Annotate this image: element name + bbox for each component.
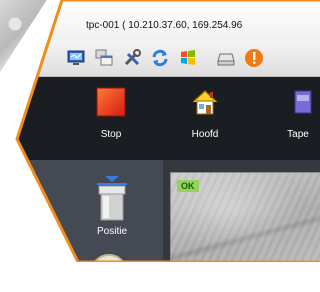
window-title: tpc-001 ( 10.210.37.60, 169.254.96 [86, 20, 243, 31]
stop-label: Stop [100, 129, 122, 140]
app-window: tpc-001 ( 10.210.37.60, 169.254.96 Stop … [17, 0, 320, 262]
camera-view: OK [170, 172, 320, 262]
title-bar: tpc-001 ( 10.210.37.60, 169.254.96 [17, 0, 320, 41]
position-label: Positie [96, 226, 127, 237]
home-icon [190, 87, 220, 117]
main-area: Positie OK [17, 160, 320, 262]
windows-logo-icon[interactable] [178, 48, 198, 68]
command-bar: Stop Hoofd Tape [17, 77, 320, 160]
home-button[interactable]: Hoofd [175, 87, 235, 153]
position-icon [97, 176, 127, 221]
status-badge: OK [177, 180, 199, 192]
toolbar [17, 40, 320, 77]
tape-label: Tape [287, 129, 309, 140]
position-button[interactable]: Positie [84, 174, 140, 246]
stop-button[interactable]: Stop [81, 87, 141, 153]
alert-icon[interactable] [244, 48, 264, 68]
side-panel: Positie [17, 160, 163, 262]
stop-icon [96, 87, 126, 117]
gauge-icon [90, 254, 128, 262]
windows-icon[interactable] [94, 48, 114, 68]
drive-icon[interactable] [216, 48, 236, 68]
tape-button[interactable]: Tape [268, 87, 320, 153]
refresh-icon[interactable] [150, 48, 170, 68]
camera-panel: OK [163, 160, 320, 262]
home-label: Hoofd [191, 129, 219, 140]
tools-icon[interactable] [122, 48, 142, 68]
tape-icon [283, 87, 313, 117]
monitor-icon[interactable] [66, 48, 86, 68]
